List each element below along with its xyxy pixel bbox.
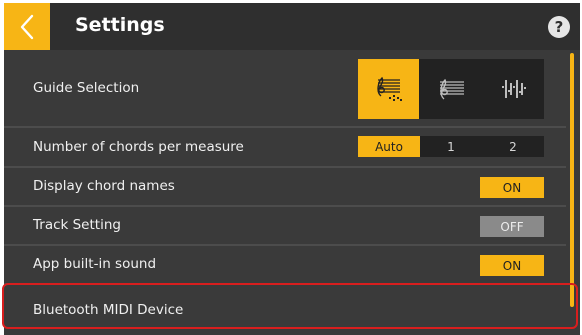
track-setting-toggle[interactable]: OFF [480, 216, 544, 237]
chords-per-measure-selector: Auto 1 2 [358, 136, 544, 157]
header-bar: Settings ? [4, 3, 580, 50]
chords-per-measure-row: Number of chords per measure Auto 1 2 [4, 128, 566, 168]
display-chord-names-row: Display chord names ON [4, 168, 566, 207]
selection-highlight [2, 283, 578, 329]
back-button[interactable] [4, 3, 50, 50]
guide-option-staff[interactable] [420, 59, 481, 119]
track-setting-row[interactable]: Track Setting OFF [4, 207, 566, 246]
app-builtin-sound-label: App built-in sound [33, 256, 157, 272]
track-setting-label: Track Setting [33, 217, 121, 233]
app-builtin-sound-toggle[interactable]: ON [480, 255, 544, 276]
display-chord-names-label: Display chord names [33, 178, 175, 194]
staff-icon [439, 78, 464, 100]
help-button[interactable]: ? [548, 16, 570, 38]
guide-option-staff-chords[interactable] [358, 59, 419, 119]
chords-option-1[interactable]: 1 [420, 136, 482, 157]
staff-chords-icon [376, 76, 402, 101]
guide-selection-label: Guide Selection [33, 80, 140, 96]
chords-per-measure-label: Number of chords per measure [33, 139, 244, 155]
display-chord-names-toggle[interactable]: ON [480, 177, 544, 198]
page-title: Settings [75, 14, 165, 36]
chords-option-auto[interactable]: Auto [358, 136, 420, 157]
guide-selection-options [358, 59, 544, 119]
guide-selection-row: Guide Selection [4, 50, 566, 128]
chevron-left-icon [20, 14, 34, 39]
guide-option-chord-diagram[interactable] [482, 59, 543, 119]
scrollbar[interactable] [570, 53, 574, 307]
app-builtin-sound-row: App built-in sound ON [4, 246, 566, 285]
chord-diagram-icon [501, 80, 526, 98]
chords-option-2[interactable]: 2 [482, 136, 544, 157]
